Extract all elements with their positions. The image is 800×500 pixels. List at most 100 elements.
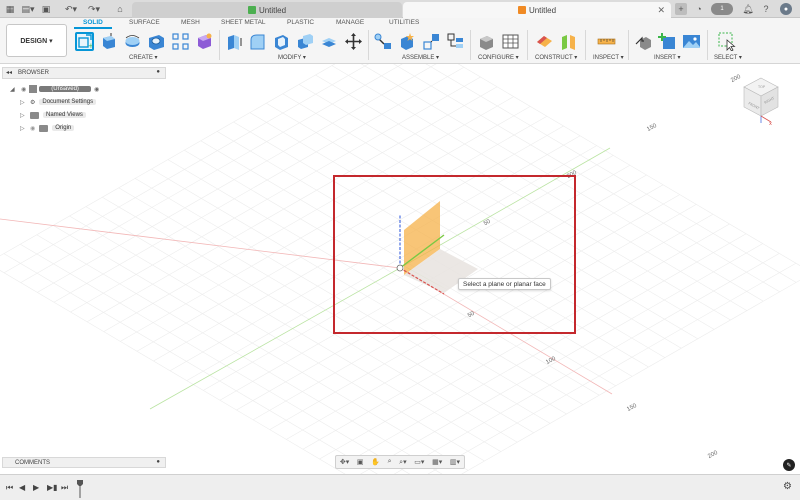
go-to-start-icon[interactable]: ⏮ xyxy=(6,483,13,493)
group-assemble[interactable]: ASSEMBLE ▾ xyxy=(402,54,439,61)
tab-utilities[interactable]: UTILITIES xyxy=(389,19,419,26)
home-icon[interactable]: ⌂ xyxy=(114,3,126,15)
browser-panel-header[interactable]: ◂◂ BROWSER ● xyxy=(2,67,166,79)
svg-text:+: + xyxy=(88,42,92,49)
app-grid-icon[interactable]: ▦ xyxy=(4,3,16,15)
group-inspect[interactable]: INSPECT ▾ xyxy=(593,54,624,61)
tab-surface[interactable]: SURFACE xyxy=(129,19,160,26)
expand-triangle-icon[interactable]: ◢ xyxy=(10,86,18,93)
panel-pin-icon[interactable]: ● xyxy=(156,459,160,465)
navigation-toolbar: ✥▾ ▣ ✋ ⌕ ⌕▾ ▭▾ ▦▾ ▥▾ xyxy=(335,455,465,469)
zoom-icon[interactable]: ⌕ xyxy=(388,458,392,466)
view-cube[interactable]: TOP FRONT RIGHT x xyxy=(742,76,780,126)
configure-icon[interactable] xyxy=(477,32,496,51)
joint-icon[interactable] xyxy=(374,32,393,51)
timeline-marker[interactable] xyxy=(77,480,83,498)
comments-panel-header[interactable]: COMMENTS ● xyxy=(2,457,166,468)
selection-tooltip-text: Select a plane or planar face xyxy=(463,280,546,288)
tab-solid[interactable]: SOLID xyxy=(83,19,103,26)
group-configure[interactable]: CONFIGURE ▾ xyxy=(478,54,519,61)
job-status-badge[interactable]: 1 xyxy=(711,3,733,15)
root-component-label[interactable]: (Unsaved) xyxy=(39,86,91,92)
look-at-icon[interactable]: ▣ xyxy=(357,458,364,466)
undo-icon[interactable]: ↶▾ xyxy=(65,3,77,15)
tab-sheet-metal[interactable]: SHEET METAL xyxy=(221,19,266,26)
comments-title: COMMENTS xyxy=(15,460,50,466)
chat-assistant-icon[interactable]: ✎ xyxy=(783,459,795,471)
pan-icon[interactable]: ✋ xyxy=(371,458,380,466)
viewcube-x-axis-icon: x xyxy=(769,121,772,126)
file-menu-icon[interactable]: ▤▾ xyxy=(21,3,34,15)
document-tab-2[interactable]: Untitled ✕ xyxy=(403,2,671,18)
insert-mesh-icon[interactable] xyxy=(658,32,677,51)
grid-snaps-icon[interactable]: ▦▾ xyxy=(432,458,442,466)
extensions-icon[interactable]: ◔ xyxy=(693,3,705,15)
activate-radio-icon[interactable]: ◉ xyxy=(94,86,99,93)
expand-triangle-icon[interactable]: ▷ xyxy=(20,112,28,119)
new-tab-icon[interactable]: + xyxy=(675,3,687,15)
display-settings-icon[interactable]: ▭▾ xyxy=(414,458,424,466)
tab-plastic[interactable]: PLASTIC xyxy=(287,19,314,26)
as-built-joint-icon[interactable] xyxy=(422,32,441,51)
browser-item-origin[interactable]: ▷ ◉ Origin xyxy=(20,123,75,133)
move-copy-icon[interactable] xyxy=(344,32,363,51)
insert-image-icon[interactable] xyxy=(682,32,701,51)
offset-plane-icon[interactable] xyxy=(535,32,554,51)
redo-icon[interactable]: ↷▾ xyxy=(88,3,100,15)
tab-manage[interactable]: MANAGE xyxy=(336,19,364,26)
viewcube-top-label: TOP xyxy=(757,85,765,89)
expand-triangle-icon[interactable]: ▷ xyxy=(20,125,28,132)
select-icon[interactable] xyxy=(718,32,737,52)
fillet-icon[interactable] xyxy=(248,32,267,51)
close-tab-icon[interactable]: ✕ xyxy=(657,5,665,16)
hidden-eye-icon[interactable]: ◉ xyxy=(30,125,35,132)
help-icon[interactable]: ? xyxy=(760,3,772,15)
combine-icon[interactable] xyxy=(296,32,315,51)
measure-icon[interactable] xyxy=(597,32,616,51)
user-avatar[interactable]: ● xyxy=(780,3,792,15)
split-body-icon[interactable] xyxy=(320,32,339,51)
group-construct[interactable]: CONSTRUCT ▾ xyxy=(535,54,577,61)
press-pull-icon[interactable] xyxy=(225,32,244,51)
create-sketch-icon[interactable]: + xyxy=(75,32,94,51)
notifications-icon[interactable]: 🔔︎ xyxy=(742,3,754,15)
browser-root-row[interactable]: ◢ ◉ (Unsaved) ◉ xyxy=(10,84,99,94)
save-icon[interactable]: ▣ xyxy=(40,3,52,15)
document-tab-1-title: Untitled xyxy=(258,5,287,15)
browser-item-document-settings[interactable]: ▷ ⚙ Document Settings xyxy=(20,97,97,107)
group-create[interactable]: CREATE ▾ xyxy=(129,54,158,61)
insert-derive-icon[interactable] xyxy=(635,32,654,51)
step-back-icon[interactable]: ◀ xyxy=(19,483,25,492)
document-tab-1[interactable]: Untitled xyxy=(132,2,402,18)
collapse-panel-icon[interactable]: ◂◂ xyxy=(6,69,12,76)
workspace-switcher-button[interactable]: DESIGN ▾ xyxy=(6,24,67,57)
expand-triangle-icon[interactable]: ▷ xyxy=(20,99,28,106)
group-select[interactable]: SELECT ▾ xyxy=(714,54,742,61)
browser-item-named-views[interactable]: ▷ Named Views xyxy=(20,110,86,120)
play-icon[interactable]: ▶ xyxy=(33,483,39,492)
gear-icon: ⚙ xyxy=(30,99,36,106)
step-forward-icon[interactable]: ▶▮ xyxy=(47,483,58,492)
create-form-icon[interactable] xyxy=(195,32,214,51)
pattern-icon[interactable] xyxy=(171,32,190,51)
panel-pin-icon[interactable]: ● xyxy=(156,69,160,75)
tab-mesh[interactable]: MESH xyxy=(181,19,200,26)
midplane-icon[interactable] xyxy=(559,32,578,51)
shell-icon[interactable] xyxy=(272,32,291,51)
group-modify[interactable]: MODIFY ▾ xyxy=(278,54,306,61)
new-component-icon[interactable] xyxy=(398,32,417,51)
selection-highlight-box xyxy=(333,175,576,334)
zoom-window-icon[interactable]: ⌕▾ xyxy=(399,458,406,467)
design-doc-icon xyxy=(517,6,526,14)
visibility-eye-icon[interactable]: ◉ xyxy=(21,86,26,93)
group-insert[interactable]: INSERT ▾ xyxy=(654,54,680,61)
extrude-icon[interactable] xyxy=(99,32,118,51)
drive-joints-icon[interactable] xyxy=(446,32,465,51)
timeline-settings-gear-icon[interactable]: ⚙ xyxy=(783,481,792,492)
go-to-end-icon[interactable]: ⏭ xyxy=(61,483,68,493)
configuration-table-icon[interactable] xyxy=(501,32,520,51)
hole-icon[interactable] xyxy=(147,32,166,51)
orbit-icon[interactable]: ✥▾ xyxy=(340,458,349,466)
revolve-icon[interactable] xyxy=(123,32,142,51)
viewports-icon[interactable]: ▥▾ xyxy=(450,458,460,466)
